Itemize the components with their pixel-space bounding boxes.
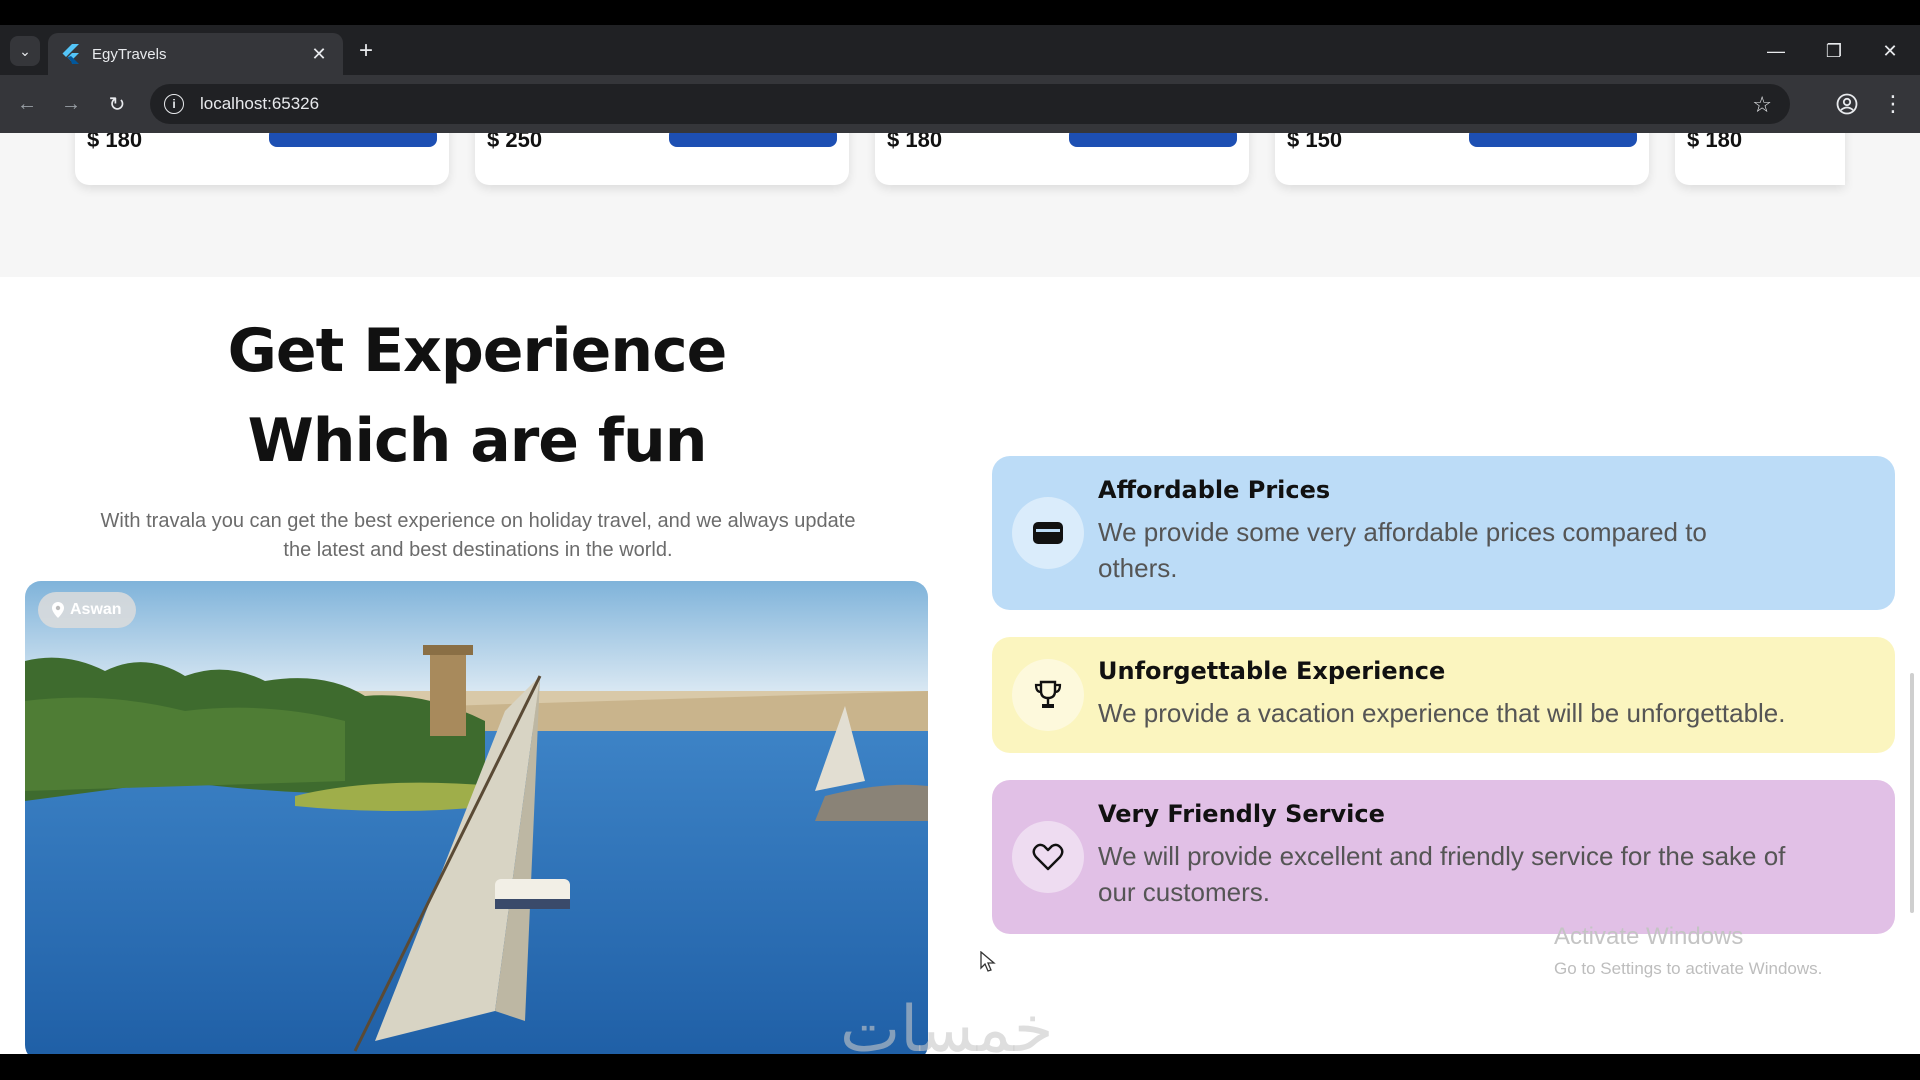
tour-price: $ 180 — [887, 133, 943, 152]
screen-bottom-bar — [0, 1054, 1920, 1080]
feature-title: Affordable Prices — [1098, 476, 1331, 504]
browser-tab-strip: ⌄ EgyTravels ✕ + — ❐ ✕ — [0, 25, 1920, 75]
section-subtext: With travala you can get the best experi… — [28, 507, 928, 565]
feature-title: Unforgettable Experience — [1098, 657, 1446, 685]
tour-card[interactable]: $ 180 — [875, 133, 1249, 185]
location-badge: Aswan — [38, 592, 136, 628]
tour-card[interactable]: $ 180 — [75, 133, 449, 185]
tour-cards-section: $ 180 $ 250 $ 180 $ 150 $ 180 — [0, 133, 1920, 277]
destination-photo: Aswan — [25, 581, 928, 1054]
mouse-cursor-icon — [980, 950, 996, 978]
book-button[interactable] — [669, 133, 837, 147]
subtext-line-2: the latest and best destinations in the … — [283, 539, 673, 561]
feature-description-line: We will provide excellent and friendly s… — [1098, 841, 1786, 871]
site-watermark: خمسات — [840, 993, 1054, 1054]
tour-card[interactable]: $ 150 — [1275, 133, 1649, 185]
browser-toolbar: ← → ↻ i localhost:65326 ☆ ⋮ — [0, 75, 1920, 133]
activate-windows-title: Activate Windows — [1554, 923, 1744, 950]
feature-description-line: We provide a vacation experience that wi… — [1098, 698, 1786, 728]
tab-title: EgyTravels — [92, 45, 167, 63]
trophy-icon — [1012, 659, 1084, 731]
feature-description-line: our customers. — [1098, 877, 1270, 907]
feature-description: We provide some very affordable prices c… — [1098, 514, 1871, 586]
profile-icon[interactable] — [1832, 89, 1862, 119]
subtext-line-1: With travala you can get the best experi… — [100, 510, 856, 532]
feature-card-friendly-service: Very Friendly Service We will provide ex… — [992, 780, 1895, 934]
site-info-icon[interactable]: i — [164, 94, 184, 114]
tour-price: $ 250 — [487, 133, 543, 152]
heart-icon — [1012, 821, 1084, 893]
restore-icon[interactable]: ❐ — [1812, 37, 1856, 65]
headline-line-2: Which are fun — [247, 406, 708, 476]
chevron-down-icon: ⌄ — [19, 42, 31, 59]
bookmark-star-icon[interactable]: ☆ — [1752, 92, 1772, 118]
window-close-icon[interactable]: ✕ — [1868, 37, 1912, 65]
feature-title: Very Friendly Service — [1098, 800, 1385, 828]
feature-card-affordable-prices: Affordable Prices We provide some very a… — [992, 456, 1895, 610]
new-tab-button[interactable]: + — [352, 38, 380, 66]
section-headline: Get Experience Which are fun — [0, 306, 954, 486]
wallet-icon — [1012, 497, 1084, 569]
tour-card[interactable]: $ 180 — [1675, 133, 1845, 185]
location-name: Aswan — [70, 601, 122, 618]
tour-price: $ 180 — [1687, 133, 1743, 152]
feature-description: We will provide excellent and friendly s… — [1098, 838, 1871, 910]
feature-description-line: others. — [1098, 553, 1178, 583]
book-button[interactable] — [1469, 133, 1637, 147]
flutter-logo-icon — [60, 44, 80, 64]
close-tab-icon[interactable]: ✕ — [307, 44, 331, 65]
activate-windows-subtitle: Go to Settings to activate Windows. — [1554, 959, 1823, 978]
headline-line-1: Get Experience — [227, 316, 728, 386]
page-scrollbar[interactable] — [1910, 673, 1914, 913]
map-pin-icon — [52, 602, 64, 618]
tour-card[interactable]: $ 250 — [475, 133, 849, 185]
tour-price: $ 150 — [1287, 133, 1343, 152]
feature-description-line: We provide some very affordable prices c… — [1098, 517, 1707, 547]
minimize-icon[interactable]: — — [1754, 37, 1798, 65]
page-viewport: $ 180 $ 250 $ 180 $ 150 $ 180 Get Experi… — [0, 133, 1920, 1054]
feature-description: We provide a vacation experience that wi… — [1098, 695, 1871, 731]
browser-tab[interactable]: EgyTravels ✕ — [48, 33, 343, 75]
forward-arrow-icon[interactable]: → — [56, 89, 86, 119]
tour-price: $ 180 — [87, 133, 143, 152]
back-arrow-icon[interactable]: ← — [12, 89, 42, 119]
book-button[interactable] — [1069, 133, 1237, 147]
reload-icon[interactable]: ↻ — [102, 89, 132, 119]
more-menu-icon[interactable]: ⋮ — [1878, 89, 1908, 119]
url-text: localhost:65326 — [200, 94, 320, 113]
address-bar[interactable]: i localhost:65326 ☆ — [150, 84, 1790, 124]
tab-search-button[interactable]: ⌄ — [10, 36, 40, 66]
nile-aswan-illustration — [25, 581, 928, 1054]
book-button[interactable] — [269, 133, 437, 147]
feature-card-unforgettable-experience: Unforgettable Experience We provide a va… — [992, 637, 1895, 753]
screen-top-bar — [0, 0, 1920, 25]
